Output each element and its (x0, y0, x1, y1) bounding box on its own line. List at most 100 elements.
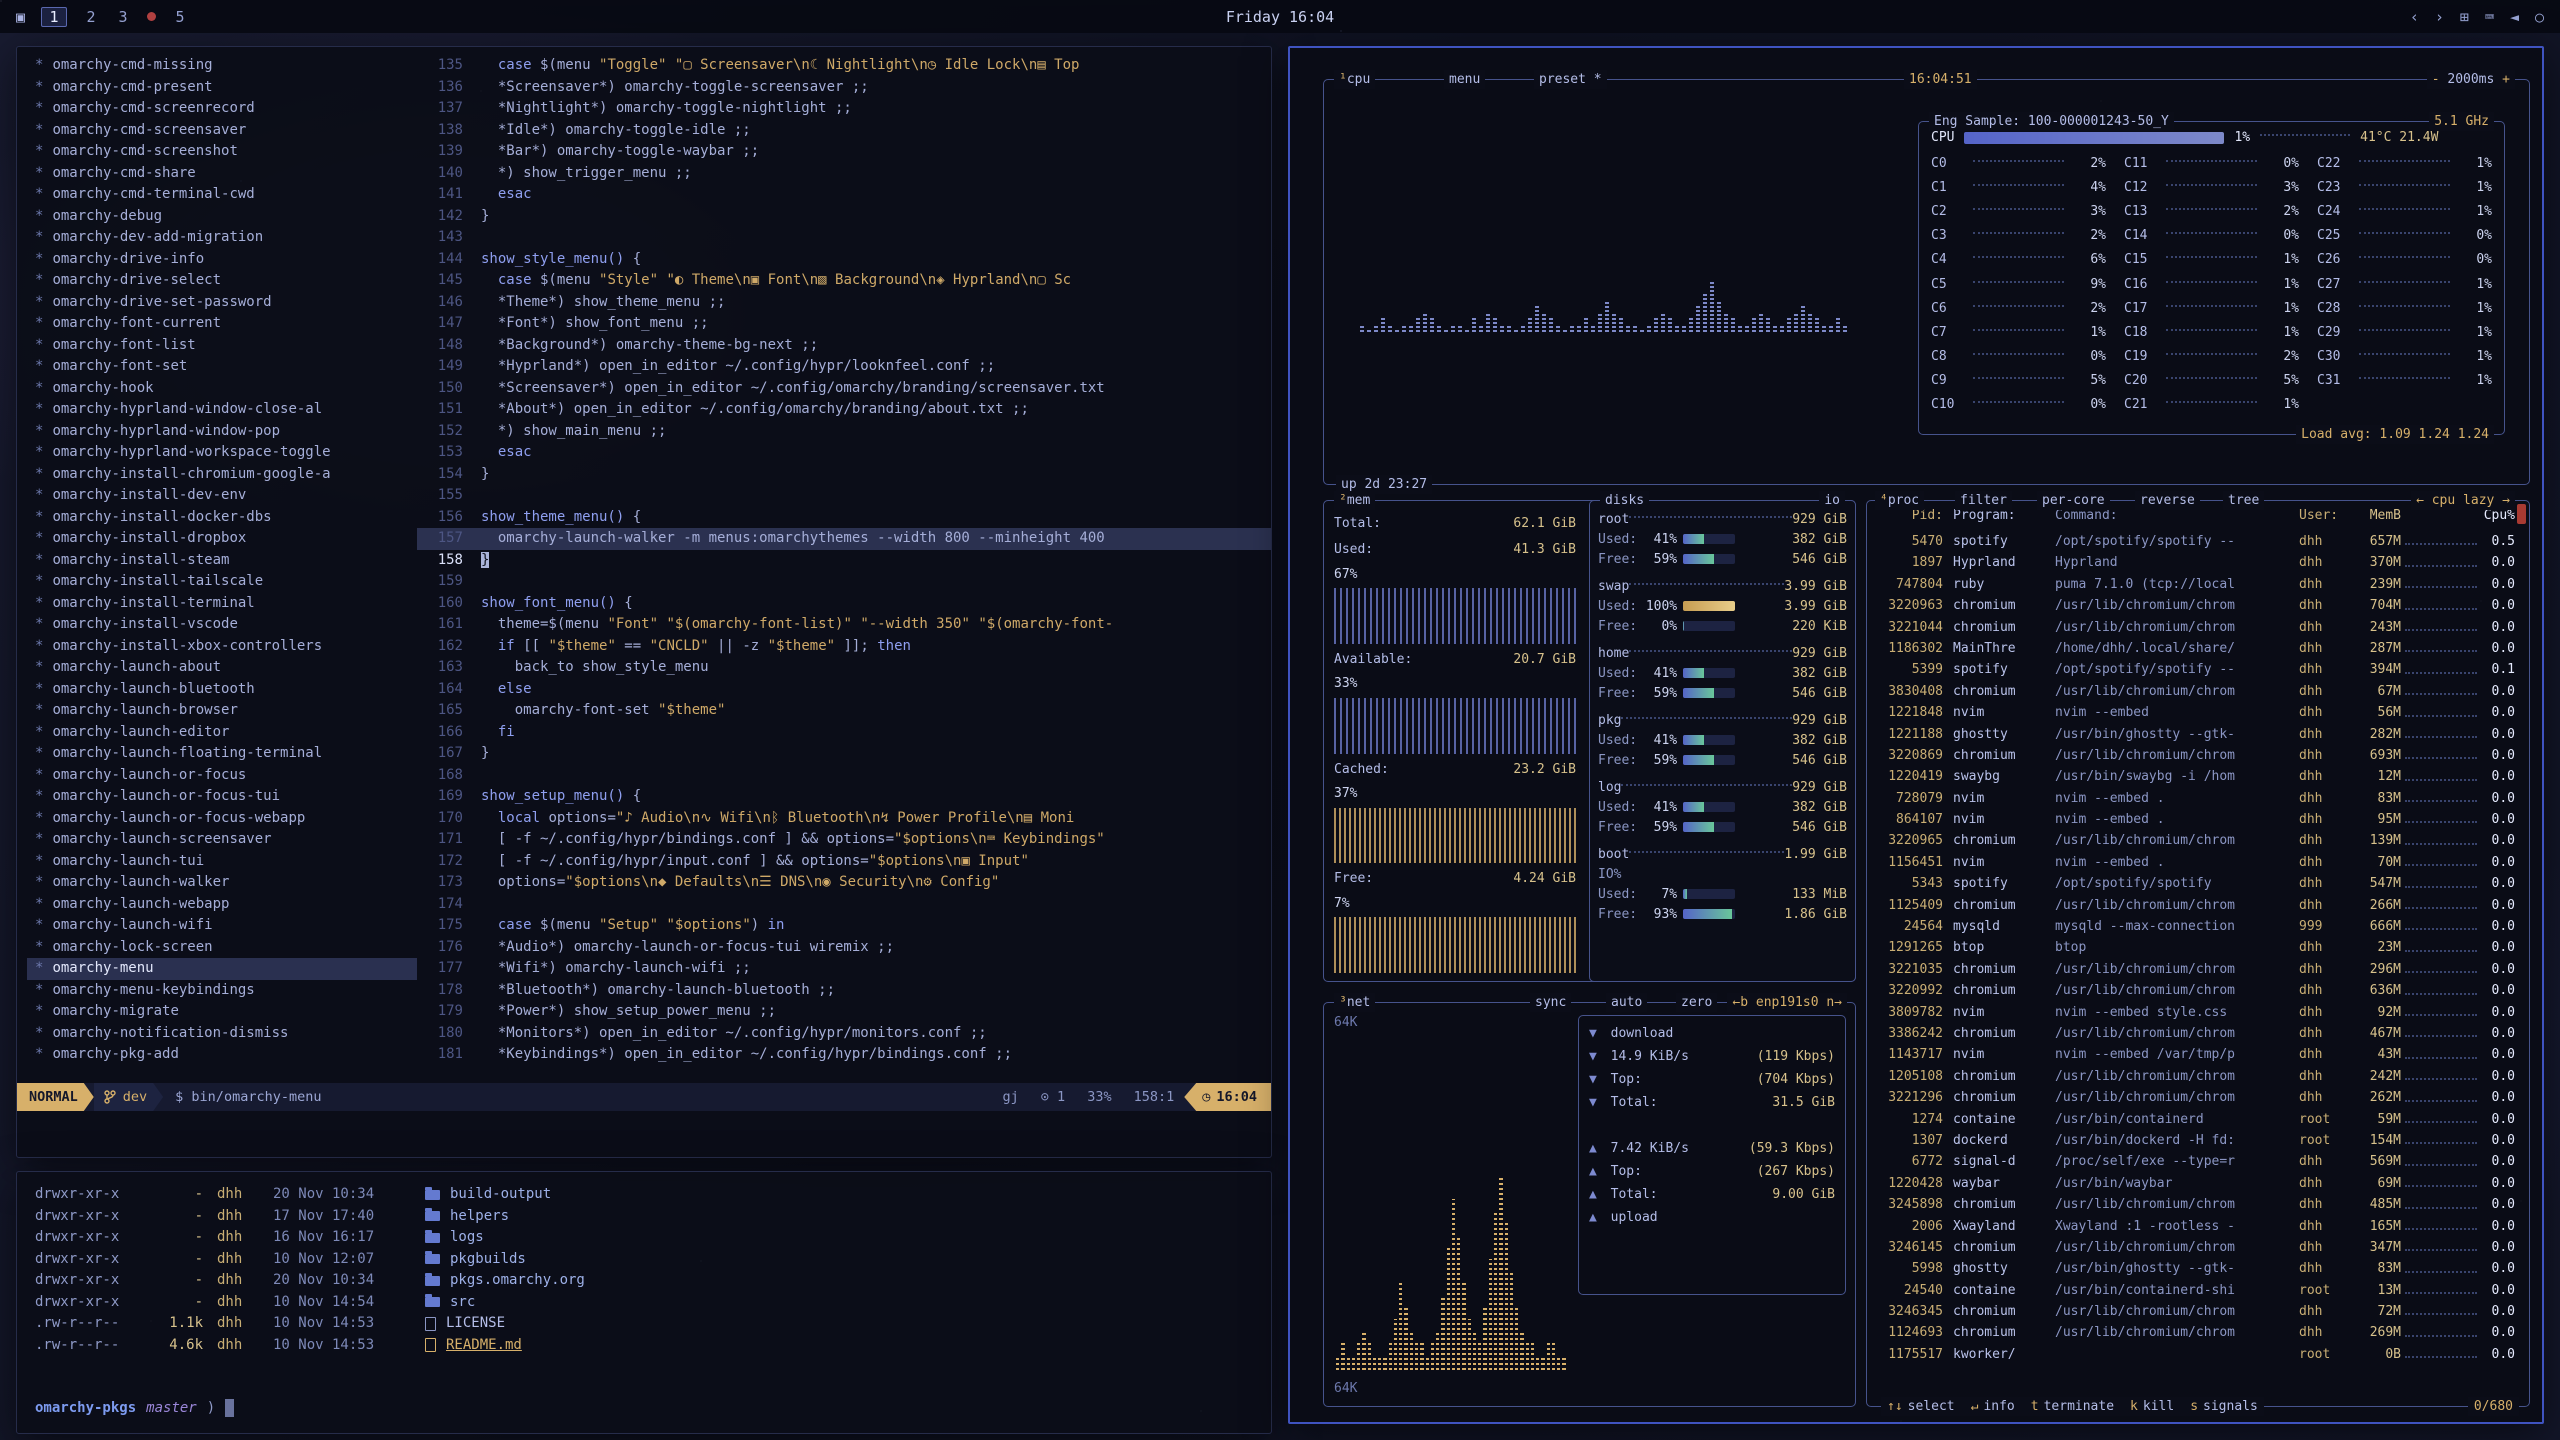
list-item[interactable]: .rw-r--r--1.1kdhh10 Nov 14:53LICENSE (35, 1313, 1253, 1335)
sidebar-file-item[interactable]: *omarchy-cmd-share (27, 163, 417, 185)
sidebar-file-item[interactable]: *omarchy-debug (27, 206, 417, 228)
sidebar-file-item[interactable]: *omarchy-install-dropbox (27, 528, 417, 550)
code-line[interactable]: 181 *Keybindings*) open_in_editor ~/.con… (417, 1044, 1271, 1066)
network-box-title[interactable]: ³net (1334, 993, 1375, 1012)
process-row[interactable]: 3221044chromium/usr/lib/chromium/chromdh… (1875, 617, 2515, 638)
process-row[interactable]: 1291265btopbtopdhh23M0.0 (1875, 937, 2515, 958)
process-row[interactable]: 1274containe/usr/bin/containerdroot59M0.… (1875, 1109, 2515, 1130)
list-item[interactable]: drwxr-xr-x-dhh20 Nov 10:34pkgs.omarchy.o… (35, 1270, 1253, 1292)
list-item[interactable]: drwxr-xr-x-dhh10 Nov 14:54src (35, 1292, 1253, 1314)
file-name[interactable]: src (450, 1292, 475, 1314)
code-line[interactable]: 141 esac (417, 184, 1271, 206)
sidebar-file-item[interactable]: *omarchy-launch-editor (27, 722, 417, 744)
sidebar-file-item[interactable]: *omarchy-cmd-missing (27, 55, 417, 77)
code-line[interactable]: 170 local options="♪ Audio\n∿ Wifi\nᛒ Bl… (417, 808, 1271, 830)
file-name[interactable]: README.md (446, 1335, 522, 1357)
process-row[interactable]: 1125409chromium/usr/lib/chromium/chromdh… (1875, 895, 2515, 916)
file-name[interactable]: LICENSE (446, 1313, 505, 1335)
code-line[interactable]: 156show_theme_menu() { (417, 507, 1271, 529)
process-row[interactable]: 1897HyprlandHyprlanddhh370M0.0 (1875, 552, 2515, 573)
code-line[interactable]: 144show_style_menu() { (417, 249, 1271, 271)
code-line[interactable]: 154} (417, 464, 1271, 486)
code-line[interactable]: 179 *Power*) show_setup_power_menu ;; (417, 1001, 1271, 1023)
list-item[interactable]: drwxr-xr-x-dhh17 Nov 17:40helpers (35, 1206, 1253, 1228)
code-line[interactable]: 161 theme=$(menu "Font" "$(omarchy-font-… (417, 614, 1271, 636)
shell-prompt[interactable]: omarchy-pkgs master ) (35, 1399, 234, 1417)
net-zero-button[interactable]: zero (1676, 993, 1717, 1012)
sidebar-file-item[interactable]: *omarchy-install-tailscale (27, 571, 417, 593)
sidebar-file-item[interactable]: *omarchy-launch-floating-terminal (27, 743, 417, 765)
code-line[interactable]: 145 case $(menu "Style" "◐ Theme\n▣ Font… (417, 270, 1271, 292)
code-line[interactable]: 175 case $(menu "Setup" "$options") in (417, 915, 1271, 937)
sidebar-file-item[interactable]: *omarchy-hyprland-window-close-al (27, 399, 417, 421)
code-line[interactable]: 168 (417, 765, 1271, 787)
process-row[interactable]: 1175517kworker/root0B0.0 (1875, 1344, 2515, 1365)
file-name[interactable]: pkgbuilds (450, 1249, 526, 1271)
clock[interactable]: Friday 16:04 (0, 8, 2560, 26)
menu-button[interactable]: menu (1444, 70, 1485, 89)
sidebar-file-item[interactable]: *omarchy-font-set (27, 356, 417, 378)
sidebar-file-item[interactable]: *omarchy-cmd-present (27, 77, 417, 99)
sidebar-file-item[interactable]: *omarchy-install-steam (27, 550, 417, 572)
process-row[interactable]: 3220869chromium/usr/lib/chromium/chromdh… (1875, 745, 2515, 766)
refresh-interval-control[interactable]: - 2000ms + (2427, 70, 2515, 89)
code-line[interactable]: 151 *About*) open_in_editor ~/.config/om… (417, 399, 1271, 421)
process-row[interactable]: 1220428waybar/usr/bin/waybardhh69M0.0 (1875, 1173, 2515, 1194)
process-row[interactable]: 728079nvimnvim --embed .dhh83M0.0 (1875, 788, 2515, 809)
list-item[interactable]: drwxr-xr-x-dhh20 Nov 10:34build-output (35, 1184, 1253, 1206)
sidebar-file-item[interactable]: *omarchy-hyprland-window-pop (27, 421, 417, 443)
process-row[interactable]: 5470spotify/opt/spotify/spotify --dhh657… (1875, 531, 2515, 552)
sidebar-file-item[interactable]: *omarchy-pkg-add (27, 1044, 417, 1066)
process-row[interactable]: 1307dockerd/usr/bin/dockerd -H fd:root15… (1875, 1130, 2515, 1151)
code-line[interactable]: 165 omarchy-font-set "$theme" (417, 700, 1271, 722)
grid-icon[interactable]: ⊞ (2460, 8, 2469, 26)
sidebar-file-item[interactable]: *omarchy-launch-walker (27, 872, 417, 894)
process-table[interactable]: 5470spotify/opt/spotify/spotify --dhh657… (1875, 531, 2515, 1400)
sidebar-file-item[interactable]: *omarchy-launch-or-focus-tui (27, 786, 417, 808)
code-line[interactable]: 139 *Bar*) omarchy-toggle-waybar ;; (417, 141, 1271, 163)
process-row[interactable]: 24564mysqldmysqld --max-connection999666… (1875, 916, 2515, 937)
sidebar-file-item[interactable]: *omarchy-cmd-screensaver (27, 120, 417, 142)
code-line[interactable]: 180 *Monitors*) open_in_editor ~/.config… (417, 1023, 1271, 1045)
file-name[interactable]: pkgs.omarchy.org (450, 1270, 585, 1292)
scrollbar-indicator[interactable] (2517, 504, 2526, 524)
process-row[interactable]: 1156451nvimnvim --embed .dhh70M0.0 (1875, 852, 2515, 873)
net-auto-button[interactable]: auto (1606, 993, 1647, 1012)
process-row[interactable]: 3830408chromium/usr/lib/chromium/chromdh… (1875, 681, 2515, 702)
code-line[interactable]: 143 (417, 227, 1271, 249)
key-hint[interactable]: ssignals (2190, 1397, 2258, 1416)
sidebar-file-item[interactable]: *omarchy-drive-set-password (27, 292, 417, 314)
code-line[interactable]: 142} (417, 206, 1271, 228)
sidebar-file-item[interactable]: *omarchy-drive-info (27, 249, 417, 271)
process-row[interactable]: 1143717nvimnvim --embed /var/tmp/pdhh43M… (1875, 1044, 2515, 1065)
io-tab[interactable]: io (1819, 491, 1845, 510)
volume-icon[interactable]: ◄ (2510, 8, 2519, 26)
code-line[interactable]: 146 *Theme*) show_theme_menu ;; (417, 292, 1271, 314)
sidebar-file-item[interactable]: *omarchy-install-xbox-controllers (27, 636, 417, 658)
sidebar-file-item[interactable]: *omarchy-cmd-screenrecord (27, 98, 417, 120)
process-row[interactable]: 2006XwaylandXwayland :1 -rootless -dhh16… (1875, 1216, 2515, 1237)
code-line[interactable]: 152 *) show_main_menu ;; (417, 421, 1271, 443)
file-name[interactable]: build-output (450, 1184, 551, 1206)
tree-button[interactable]: tree (2223, 491, 2264, 510)
process-row[interactable]: 1221188ghostty/usr/bin/ghostty --gtk-dhh… (1875, 724, 2515, 745)
sidebar-file-item[interactable]: *omarchy-migrate (27, 1001, 417, 1023)
code-line[interactable]: 137 *Nightlight*) omarchy-toggle-nightli… (417, 98, 1271, 120)
sidebar-file-item[interactable]: *omarchy-menu-keybindings (27, 980, 417, 1002)
code-line[interactable]: 155 (417, 485, 1271, 507)
code-line[interactable]: 178 *Bluetooth*) omarchy-launch-bluetoot… (417, 980, 1271, 1002)
code-line[interactable]: 174 (417, 894, 1271, 916)
code-line[interactable]: 163 back_to show_style_menu (417, 657, 1271, 679)
memory-box-title[interactable]: ²mem (1334, 491, 1375, 510)
code-line[interactable]: 149 *Hyprland*) open_in_editor ~/.config… (417, 356, 1271, 378)
cpu-box-title[interactable]: ¹cpu (1334, 70, 1375, 89)
terminal-window[interactable]: drwxr-xr-x-dhh20 Nov 10:34build-outputdr… (16, 1171, 1272, 1434)
workspace-2[interactable]: 2 (83, 8, 99, 26)
process-row[interactable]: 3386242chromium/usr/lib/chromium/chromdh… (1875, 1023, 2515, 1044)
code-line[interactable]: 167} (417, 743, 1271, 765)
sidebar-file-item[interactable]: *omarchy-launch-browser (27, 700, 417, 722)
preset-button[interactable]: preset * (1534, 70, 1607, 89)
list-item[interactable]: drwxr-xr-x-dhh16 Nov 16:17logs (35, 1227, 1253, 1249)
process-row[interactable]: 1205108chromium/usr/lib/chromium/chromdh… (1875, 1066, 2515, 1087)
file-name[interactable]: logs (450, 1227, 484, 1249)
